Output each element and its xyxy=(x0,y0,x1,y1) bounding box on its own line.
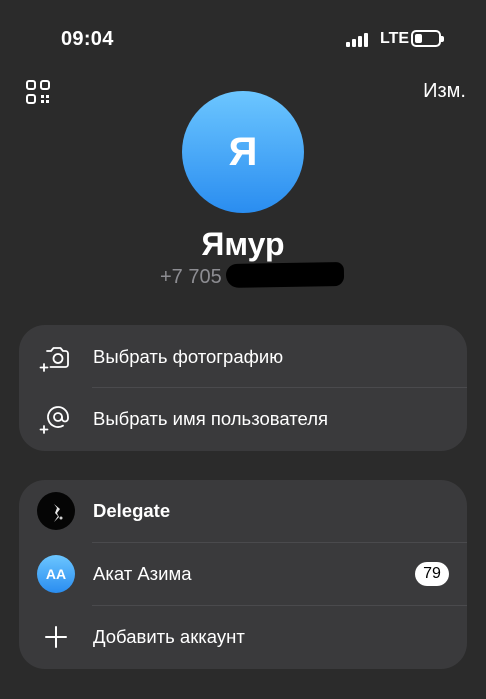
account-initials: AA xyxy=(45,566,67,582)
status-time: 09:04 xyxy=(61,28,114,50)
add-account-label: Добавить аккаунт xyxy=(93,626,245,647)
plus-icon xyxy=(39,620,73,654)
at-sign-plus-icon xyxy=(39,402,73,436)
profile-avatar[interactable]: Я xyxy=(182,91,304,213)
set-username-row[interactable]: Выбрать имя пользователя xyxy=(19,388,467,450)
set-photo-label: Выбрать фотографию xyxy=(93,346,284,367)
qr-code-icon xyxy=(26,80,50,104)
phone-redaction xyxy=(225,261,345,289)
set-photo-row[interactable]: Выбрать фотографию xyxy=(19,326,467,388)
unread-badge: 79 xyxy=(415,562,449,586)
signal-icon xyxy=(346,33,370,47)
account-row-akat-azima[interactable]: AA Акат Азима 79 xyxy=(19,543,467,605)
qr-code-button[interactable] xyxy=(24,78,52,106)
phone-number: +7 705 xyxy=(160,266,222,288)
profile-actions-card: Выбрать фотографию Выбрать имя пользоват… xyxy=(19,325,467,451)
account-row-delegate[interactable]: Delegate xyxy=(19,480,467,542)
network-type: LTE xyxy=(380,30,410,47)
edit-button[interactable]: Изм. xyxy=(423,80,466,103)
delegate-avatar xyxy=(37,492,75,530)
account-avatar: AA xyxy=(37,555,75,593)
camera-plus-icon xyxy=(39,340,73,374)
add-account-row[interactable]: Добавить аккаунт xyxy=(19,606,467,668)
status-bar: 09:04 LTE xyxy=(0,0,486,80)
set-username-label: Выбрать имя пользователя xyxy=(93,408,329,429)
account-name: Акат Азима xyxy=(93,563,192,584)
avatar-letter: Я xyxy=(228,129,258,174)
battery-icon xyxy=(411,30,444,47)
profile-name: Ямур xyxy=(201,226,285,262)
account-name: Delegate xyxy=(93,500,171,521)
accounts-card: Delegate AA Акат Азима 79 Добавить аккау… xyxy=(19,480,467,669)
